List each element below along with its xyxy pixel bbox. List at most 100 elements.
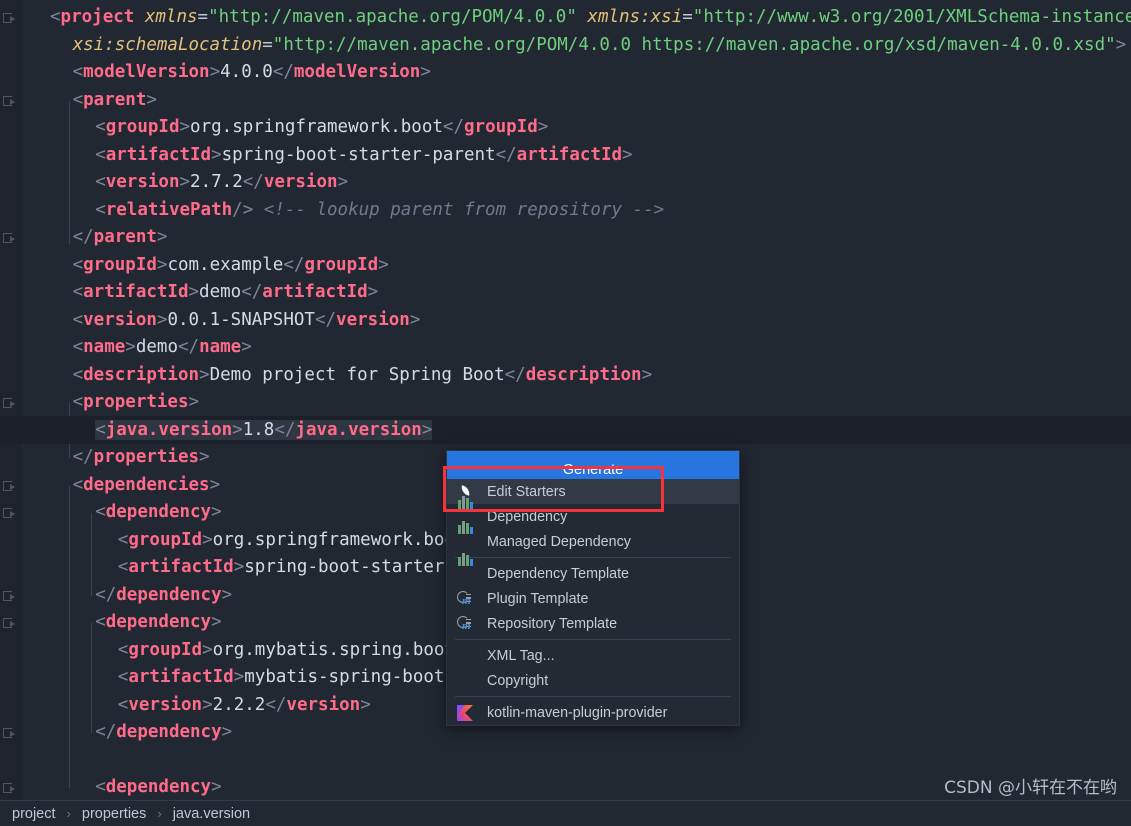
code-token: </ — [274, 419, 296, 440]
code-token: < — [117, 529, 129, 550]
code-line[interactable]: <dependency> — [95, 774, 221, 800]
code-token: < — [50, 7, 61, 27]
code-token: 2.2.2 — [212, 694, 266, 715]
ide-editor-window: <project xmlns="http://maven.apache.org/… — [0, 0, 1131, 826]
code-token: > — [221, 722, 233, 742]
code-token: groupId — [304, 254, 379, 275]
breadcrumb[interactable]: project › properties › java.version — [0, 806, 252, 822]
code-line[interactable]: <groupId>com.example</groupId> — [73, 252, 389, 280]
code-line[interactable]: <dependencies> — [73, 472, 221, 500]
code-token: < — [95, 419, 106, 440]
code-token: < — [72, 282, 84, 302]
code-line[interactable]: <dependency> — [95, 609, 221, 637]
menu-item-plugin-template[interactable]: m Plugin Template — [447, 586, 739, 611]
code-line[interactable]: <groupId>org.springframework.boot</group… — [95, 114, 548, 142]
code-line[interactable]: <modelVersion>4.0.0</modelVersion> — [73, 59, 431, 87]
code-token: </ — [283, 254, 305, 275]
code-line[interactable]: <dependency> — [95, 499, 221, 527]
code-token: > — [156, 309, 168, 330]
code-token: 1.8 — [242, 419, 275, 440]
code-token: parent — [93, 227, 157, 247]
code-token: modelVersion — [83, 62, 210, 82]
code-token: 4.0.0 — [220, 62, 273, 82]
code-line[interactable]: <artifactId>demo</artifactId> — [73, 279, 379, 307]
code-token: > — [125, 337, 136, 357]
code-token: </ — [495, 144, 517, 165]
code-line[interactable]: <version>2.2.2</version> — [118, 692, 371, 720]
menu-item-dependency[interactable]: Dependency — [447, 496, 739, 529]
menu-item-xml-tag[interactable]: XML Tag... — [447, 643, 739, 668]
code-token: < — [95, 144, 106, 165]
menu-item-label: Plugin Template — [487, 590, 589, 607]
menu-icon-placeholder — [457, 647, 477, 664]
code-token: </ — [95, 584, 117, 605]
code-token: > — [199, 447, 210, 467]
maven-plugin-icon: m — [457, 590, 477, 607]
code-token: </ — [272, 62, 294, 82]
code-line[interactable]: <project xmlns="http://maven.apache.org/… — [50, 4, 1131, 32]
code-token: > — [202, 694, 213, 715]
menu-item-kotlin-maven-plugin-provider[interactable]: kotlin-maven-plugin-provider — [447, 700, 739, 725]
code-token: > — [188, 392, 200, 412]
breadcrumb-item[interactable]: properties — [80, 806, 148, 822]
code-line[interactable]: <name>demo</name> — [73, 334, 252, 362]
code-token: > — [233, 557, 245, 577]
code-token: > — [537, 117, 549, 137]
popup-menu-items[interactable]: Edit Starters Dependency Managed Dependenc… — [447, 479, 739, 725]
code-token: dependencies — [83, 474, 210, 495]
code-token: > — [156, 254, 168, 275]
code-token: 0.0.1-SNAPSHOT — [167, 309, 315, 330]
menu-item-managed-dependency[interactable]: Managed Dependency — [447, 521, 739, 554]
menu-item-label: Edit Starters — [487, 483, 566, 500]
code-line[interactable]: </properties> — [73, 444, 210, 472]
code-token: </ — [265, 694, 287, 715]
code-line[interactable]: <description>Demo project for Spring Boo… — [73, 362, 653, 390]
menu-item-repository-template[interactable]: m Repository Template — [447, 611, 739, 636]
code-token: < — [95, 117, 106, 137]
code-token: java.version — [105, 419, 233, 440]
menu-item-copyright[interactable]: Copyright — [447, 668, 739, 693]
dependency-bars-icon — [457, 521, 477, 550]
code-line[interactable]: </parent> — [73, 224, 168, 252]
code-token: < — [95, 199, 106, 220]
code-token: < — [117, 639, 129, 660]
code-token: </ — [72, 227, 94, 247]
code-token: < — [95, 612, 106, 632]
code-line[interactable]: xsi:schemaLocation="http://maven.apache.… — [73, 32, 1127, 60]
maven-plugin-icon: m — [457, 615, 477, 632]
code-line[interactable]: <java.version>1.8</java.version> — [95, 417, 433, 445]
code-token: name — [83, 337, 126, 357]
code-line[interactable]: <artifactId>spring-boot-starter-parent</… — [95, 142, 632, 170]
code-line[interactable]: <parent> — [73, 87, 157, 115]
menu-item-dependency-template[interactable]: Dependency Template — [447, 553, 739, 586]
code-line[interactable]: </dependency> — [95, 582, 232, 610]
code-token: < — [117, 667, 129, 687]
code-token: Demo project for Spring Boot — [209, 364, 505, 385]
code-token: dependency — [105, 502, 212, 522]
code-token: spring-boot-starter-parent — [221, 144, 496, 165]
menu-item-edit-starters[interactable]: Edit Starters — [447, 479, 739, 504]
code-token: "http://maven.apache.org/POM/4.0.0 https… — [272, 34, 1116, 55]
code-token: < — [95, 502, 106, 522]
breadcrumb-item[interactable]: java.version — [171, 806, 252, 822]
code-line[interactable]: <version>2.7.2</version> — [95, 169, 348, 197]
code-token: > — [233, 667, 245, 687]
code-line[interactable]: <version>0.0.1-SNAPSHOT</version> — [73, 307, 421, 335]
code-token: > — [420, 62, 431, 82]
code-token: <!-- lookup parent from repository --> — [263, 199, 665, 220]
dependency-bars-icon — [457, 553, 477, 582]
code-token: < — [72, 364, 84, 385]
breadcrumb-item[interactable]: project — [10, 806, 58, 822]
code-line[interactable]: <properties> — [73, 389, 199, 417]
menu-item-label: Repository Template — [487, 615, 618, 632]
code-token: > — [199, 364, 210, 385]
code-token: = — [262, 34, 273, 55]
code-line[interactable]: </dependency> — [95, 719, 232, 747]
code-line[interactable]: <relativePath/> <!-- lookup parent from … — [95, 197, 664, 225]
code-token: demo — [135, 337, 178, 357]
code-token: groupId — [128, 529, 203, 550]
code-token: /> — [232, 199, 254, 220]
generate-popup-menu[interactable]: Generate Edit Starters Dependency Managed … — [446, 450, 740, 726]
code-token: </ — [241, 282, 263, 302]
